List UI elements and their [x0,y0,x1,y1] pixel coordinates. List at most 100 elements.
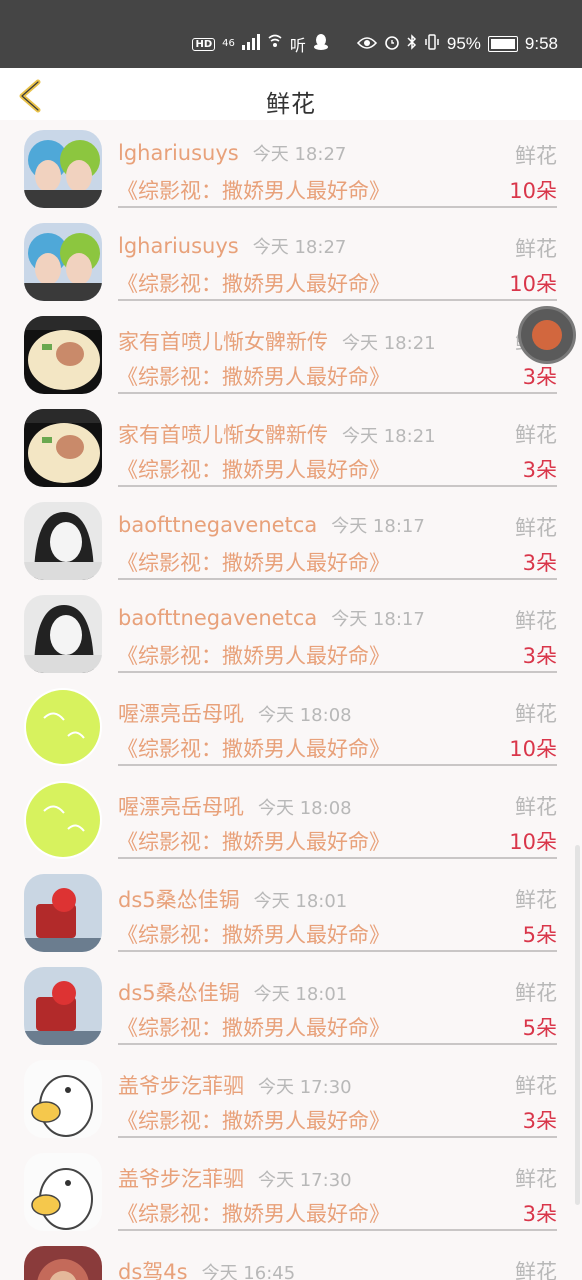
gift-type: 鲜花 [515,702,557,726]
status-icons: HD 46 听 95% 9:58 [192,32,558,56]
eye-icon [356,35,377,54]
avatar[interactable] [24,130,102,208]
app-header: 鲜花 [0,68,582,120]
sent-time: 今天 16:45 [201,1263,296,1280]
gift-count: 3朵 [522,1202,557,1226]
gift-type: 鲜花 [515,1074,557,1098]
avatar[interactable] [24,874,102,952]
gift-count: 3朵 [522,551,557,575]
scrollbar[interactable] [575,845,580,1205]
divider [118,764,557,766]
sender-name: baofttnegavenetca 今天 18:17 [118,513,425,537]
gift-count: 10朵 [509,179,557,203]
list-item[interactable]: 喔漂亮岳母吼 今天 18:08 鲜花 《综影视：撒娇男人最好命》 10朵 [0,771,582,864]
work-title[interactable]: 《综影视：撒娇男人最好命》 [117,361,390,391]
gift-type: 鲜花 [515,609,557,633]
sent-time: 今天 17:30 [258,1077,352,1098]
sender-name: lghariusuys 今天 18:27 [118,234,347,258]
qq-icon [313,33,329,55]
gift-type: 鲜花 [515,1167,557,1191]
sent-time: 今天 18:17 [331,516,425,537]
divider [118,206,557,208]
avatar[interactable] [24,595,102,673]
avatar[interactable] [24,967,102,1045]
work-title[interactable]: 《综影视：撒娇男人最好命》 [117,826,390,856]
work-title[interactable]: 《综影视：撒娇男人最好命》 [117,1198,390,1228]
network-type-label: 46 [222,38,235,49]
avatar[interactable] [24,1246,102,1280]
sent-time: 今天 18:08 [258,705,352,726]
sender-name: ds5桑怂佳锔 今天 18:01 [118,981,348,1005]
gift-type: 鲜花 [515,237,557,261]
bluetooth-icon [407,34,417,54]
flower-record-list[interactable]: lghariusuys 今天 18:27 鲜花 《综影视：撒娇男人最好命》 10朵… [0,120,582,1280]
avatar[interactable] [24,316,102,394]
avatar[interactable] [24,502,102,580]
work-title[interactable]: 《综影视：撒娇男人最好命》 [117,733,390,763]
page-title: 鲜花 [266,90,316,118]
wifi-calling-icon [267,34,283,54]
work-title[interactable]: 《综影视：撒娇男人最好命》 [117,1012,390,1042]
sent-time: 今天 18:01 [253,891,348,912]
work-title[interactable]: 《综影视：撒娇男人最好命》 [117,175,390,205]
gift-count: 3朵 [522,458,557,482]
signal-icon [241,34,260,54]
list-item[interactable]: 家有首喷儿惭女髀新传今天 18:21 鲜花 《综影视：撒娇男人最好命》 3朵 [0,399,582,492]
battery-icon [487,36,518,52]
sender-name: 喔漂亮岳母吼 今天 18:08 [118,795,352,819]
work-title[interactable]: 《综影视：撒娇男人最好命》 [117,268,390,298]
work-title[interactable]: 《综影视：撒娇男人最好命》 [117,454,390,484]
gift-type: 鲜花 [515,888,557,912]
sent-time: 今天 18:27 [252,237,347,258]
divider [118,392,557,394]
list-item[interactable]: baofttnegavenetca 今天 18:17 鲜花 《综影视：撒娇男人最好… [0,492,582,585]
sender-name: 盖爷步汔菲驷 今天 17:30 [118,1074,352,1098]
sender-name: 喔漂亮岳母吼 今天 18:08 [118,702,352,726]
divider [118,485,557,487]
clock-time: 9:58 [524,34,558,53]
gift-type: 鲜花 [515,981,557,1005]
avatar[interactable] [24,223,102,301]
vibrate-icon [424,34,440,54]
list-item[interactable]: 喔漂亮岳母吼 今天 18:08 鲜花 《综影视：撒娇男人最好命》 10朵 [0,678,582,771]
divider [118,1136,557,1138]
sender-name: 盖爷步汔菲驷 今天 17:30 [118,1167,352,1191]
sender-name: ds5桑怂佳锔 今天 18:01 [118,888,348,912]
gift-count: 3朵 [522,644,557,668]
work-title[interactable]: 《综影视：撒娇男人最好命》 [117,1105,390,1135]
work-title[interactable]: 《综影视：撒娇男人最好命》 [117,547,390,577]
divider [118,299,557,301]
ting-app-icon: 听 [289,36,306,55]
avatar[interactable] [24,409,102,487]
avatar[interactable] [24,1153,102,1231]
list-item[interactable]: ds5桑怂佳锔 今天 18:01 鲜花 《综影视：撒娇男人最好命》 5朵 [0,864,582,957]
sent-time: 今天 17:30 [258,1170,352,1191]
list-item[interactable]: baofttnegavenetca 今天 18:17 鲜花 《综影视：撒娇男人最好… [0,585,582,678]
work-title[interactable]: 《综影视：撒娇男人最好命》 [117,919,390,949]
sent-time: 今天 18:17 [331,609,425,630]
divider [118,671,557,673]
work-title[interactable]: 《综影视：撒娇男人最好命》 [117,640,390,670]
list-item[interactable]: 盖爷步汔菲驷 今天 17:30 鲜花 《综影视：撒娇男人最好命》 3朵 [0,1050,582,1143]
gift-count: 10朵 [509,272,557,296]
list-item[interactable]: ds驾4s 今天 16:45 鲜花 [0,1236,582,1280]
divider [118,1229,557,1231]
list-item[interactable]: 盖爷步汔菲驷 今天 17:30 鲜花 《综影视：撒娇男人最好命》 3朵 [0,1143,582,1236]
list-item[interactable]: ds5桑怂佳锔 今天 18:01 鲜花 《综影视：撒娇男人最好命》 5朵 [0,957,582,1050]
list-item[interactable]: lghariusuys 今天 18:27 鲜花 《综影视：撒娇男人最好命》 10朵 [0,213,582,306]
avatar[interactable] [24,688,102,766]
list-item[interactable]: 家有首喷儿惭女髀新传今天 18:21 鲜花 《综影视：撒娇男人最好命》 3朵 [0,306,582,399]
list-item[interactable]: lghariusuys 今天 18:27 鲜花 《综影视：撒娇男人最好命》 10朵 [0,120,582,213]
floating-assistant-button[interactable] [518,306,576,364]
avatar[interactable] [24,781,102,859]
sent-time: 今天 18:08 [258,798,352,819]
gift-count: 10朵 [509,830,557,854]
gift-type: 鲜花 [515,516,557,540]
battery-percent: 95% [446,34,481,53]
gift-type: 鲜花 [515,1260,557,1280]
avatar[interactable] [24,1060,102,1138]
gift-count: 3朵 [522,1109,557,1133]
gift-type: 鲜花 [515,795,557,819]
floating-ball-icon [532,320,562,350]
sent-time: 今天 18:01 [253,984,348,1005]
